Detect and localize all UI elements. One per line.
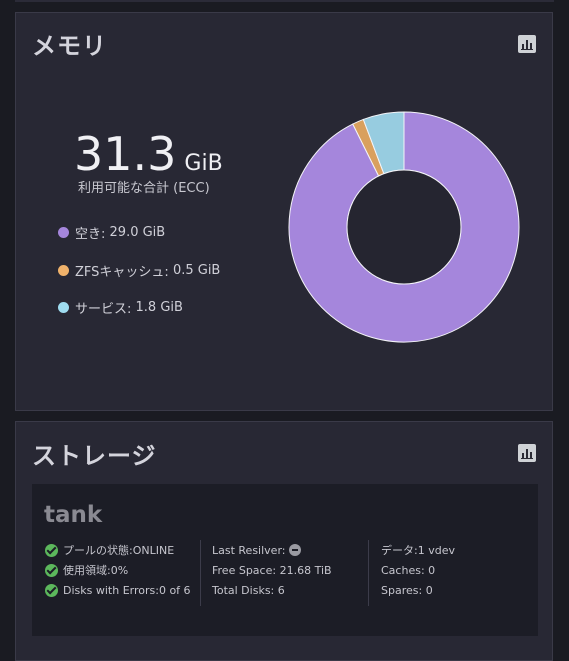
storage-chart-button[interactable]	[518, 444, 536, 462]
legend-value: 0.5 GiB	[172, 263, 221, 278]
donut-hole	[346, 169, 462, 285]
data-vdev-row: データ: 1 vdev	[381, 540, 455, 560]
legend-item-free: 空き: 29.0 GiB	[58, 223, 165, 242]
data-label: データ:	[381, 544, 418, 557]
legend-label: ZFSキャッシュ:	[75, 265, 169, 280]
legend-label: 空き:	[75, 227, 106, 242]
legend-dot	[58, 302, 69, 313]
memory-total: 31.3 GiB	[74, 127, 223, 181]
last-resilver-label: Last Resilver:	[212, 543, 286, 557]
pool-name: tank	[44, 502, 103, 528]
legend-item-zfs-cache: ZFSキャッシュ: 0.5 GiB	[58, 261, 220, 280]
pool-status-row: プールの状態: ONLINE	[45, 540, 191, 560]
total-disks-value: 6	[277, 583, 285, 597]
check-circle-icon	[45, 563, 58, 577]
free-space-row: Free Space: 21.68 TiB	[212, 560, 332, 580]
legend-value: 29.0 GiB	[109, 225, 166, 240]
total-disks-row: Total Disks: 6	[212, 580, 332, 600]
pool-status-label: プールの状態:	[63, 544, 133, 557]
memory-total-label: 利用可能な合計 (ECC)	[78, 181, 210, 196]
storage-card: ストレージ tank プールの状態: ONLINE 使用領域: 0% Disks	[15, 421, 553, 661]
column-divider	[368, 540, 369, 606]
last-resilver-row: Last Resilver:	[212, 540, 332, 560]
previous-card-edge	[15, 0, 554, 2]
pool-status-value: ONLINE	[132, 543, 175, 557]
caches-value: 0	[428, 563, 436, 577]
pool-status-column: プールの状態: ONLINE 使用領域: 0% Disks with Error…	[45, 540, 191, 600]
minus-circle-icon	[289, 544, 302, 556]
legend-item-services: サービス: 1.8 GiB	[58, 298, 183, 317]
spares-label: Spares:	[381, 583, 423, 597]
free-space-label: Free Space:	[212, 563, 277, 577]
check-circle-icon	[45, 583, 58, 597]
legend-value: 1.8 GiB	[135, 300, 183, 315]
column-divider	[200, 540, 201, 606]
used-space-label: 使用領域:	[63, 564, 111, 577]
pool-space-column: Last Resilver: Free Space: 21.68 TiB Tot…	[212, 540, 332, 600]
data-value: 1 vdev	[417, 543, 455, 557]
used-space-row: 使用領域: 0%	[45, 560, 191, 580]
memory-card: メモリ 31.3 GiB 利用可能な合計 (ECC) 空き: 29.0 GiB Z…	[15, 12, 553, 411]
used-space-value: 0%	[110, 563, 129, 577]
disks-with-errors-value: 0 of 6	[158, 583, 191, 597]
caches-label: Caches:	[381, 563, 425, 577]
total-disks-label: Total Disks:	[212, 583, 275, 597]
free-space-value: 21.68 TiB	[279, 563, 332, 577]
legend-label: サービス:	[75, 302, 132, 317]
pool-card-tank[interactable]: tank プールの状態: ONLINE 使用領域: 0% Disks with …	[32, 484, 538, 636]
disks-with-errors-label: Disks with Errors:	[63, 583, 159, 597]
spares-row: Spares: 0	[381, 580, 455, 600]
bar-chart-icon	[521, 449, 533, 459]
memory-chart-button[interactable]	[518, 35, 536, 53]
pool-vdev-column: データ: 1 vdev Caches: 0 Spares: 0	[381, 540, 455, 600]
storage-card-title: ストレージ	[32, 442, 157, 470]
memory-total-value: 31.3	[74, 127, 177, 181]
spares-value: 0	[425, 583, 433, 597]
memory-card-title: メモリ	[32, 32, 107, 60]
bar-chart-icon	[521, 40, 533, 50]
disks-with-errors-row: Disks with Errors: 0 of 6	[45, 580, 191, 600]
memory-donut-chart	[288, 111, 520, 343]
legend-dot	[58, 265, 69, 276]
caches-row: Caches: 0	[381, 560, 455, 580]
memory-total-unit: GiB	[184, 151, 223, 176]
check-circle-icon	[45, 543, 58, 557]
legend-dot	[58, 227, 69, 238]
